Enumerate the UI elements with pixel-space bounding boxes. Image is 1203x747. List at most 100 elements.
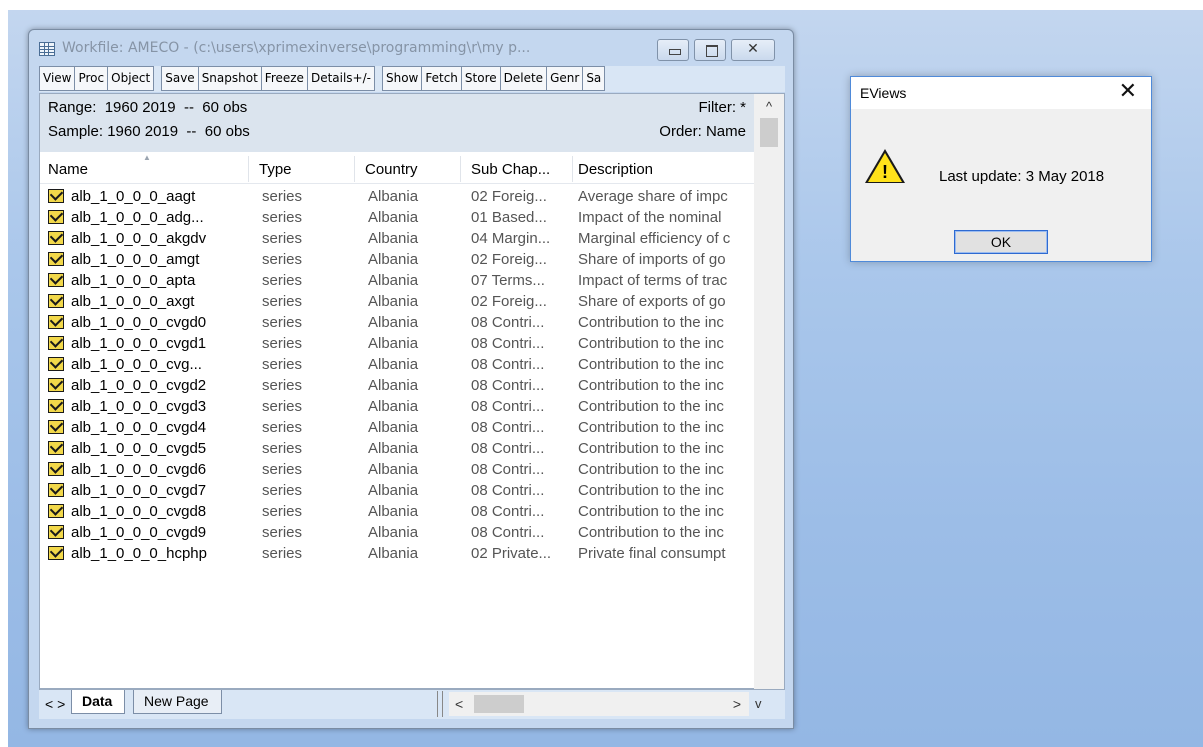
toolbar: View Proc Object Save Snapshot Freeze De… [39, 66, 785, 92]
toolbar-button-proc[interactable]: Proc [74, 66, 109, 91]
column-divider[interactable] [248, 156, 249, 182]
workfile-titlebar[interactable]: Workfile: AMECO - (c:\users\xprimexinver… [29, 30, 793, 66]
series-icon [48, 252, 64, 266]
tab-new-page[interactable]: New Page [133, 690, 222, 714]
list-item[interactable]: alb_1_0_0_0_cvgd9 series Albania 08 Contri.… [40, 522, 754, 543]
column-header-sub-chapter[interactable]: Sub Chap... [471, 161, 550, 178]
scroll-down-icon[interactable]: v [755, 696, 762, 711]
list-item[interactable]: alb_1_0_0_0_akgdv series Albania 04 Margin.… [40, 228, 754, 249]
workfile-window[interactable]: Workfile: AMECO - (c:\users\xprimexinver… [28, 29, 794, 729]
toolbar-button-snapshot[interactable]: Snapshot [197, 66, 262, 91]
toolbar-button-show[interactable]: Show [381, 66, 423, 91]
object-list: alb_1_0_0_0_aagt series Albania 02 Foreig..… [40, 186, 754, 564]
scroll-left-icon[interactable]: < [455, 696, 463, 712]
ok-button[interactable]: OK [954, 230, 1048, 254]
series-type: series [262, 398, 303, 415]
list-item[interactable]: alb_1_0_0_0_cvgd5 series Albania 08 Contri.… [40, 438, 754, 459]
range-text[interactable]: Range: 1960 2019 -- 60 obs [48, 99, 247, 116]
column-header-description[interactable]: Description [578, 161, 653, 178]
sample-text[interactable]: Sample: 1960 2019 -- 60 obs [48, 123, 250, 140]
toolbar-button-fetch[interactable]: Fetch [421, 66, 462, 91]
series-icon [48, 483, 64, 497]
series-subchapter: 02 Private... [471, 545, 552, 562]
series-icon [48, 420, 64, 434]
series-name: alb_1_0_0_0_cvgd3 [71, 398, 207, 415]
series-description: Average share of impc [578, 188, 728, 205]
series-description: Contribution to the inc [578, 440, 724, 457]
list-item[interactable]: alb_1_0_0_0_hcphp series Albania 02 Private… [40, 543, 754, 564]
list-item[interactable]: alb_1_0_0_0_cvgd1 series Albania 08 Contri.… [40, 333, 754, 354]
pane-splitter[interactable] [437, 691, 443, 717]
series-type: series [262, 293, 303, 310]
horizontal-scroll-thumb[interactable] [474, 695, 524, 713]
series-subchapter: 08 Contri... [471, 503, 545, 520]
list-item[interactable]: alb_1_0_0_0_cvgd4 series Albania 08 Contri.… [40, 417, 754, 438]
list-item[interactable]: alb_1_0_0_0_aagt series Albania 02 Foreig..… [40, 186, 754, 207]
series-icon [48, 441, 64, 455]
toolbar-button-delete[interactable]: Delete [499, 66, 548, 91]
list-item[interactable]: alb_1_0_0_0_amgt series Albania 02 Foreig..… [40, 249, 754, 270]
column-header-country[interactable]: Country [365, 161, 418, 178]
series-icon [48, 294, 64, 308]
order-text[interactable]: Order: Name [659, 123, 746, 140]
series-type: series [262, 356, 303, 373]
series-type: series [262, 503, 303, 520]
column-divider[interactable] [354, 156, 355, 182]
list-item[interactable]: alb_1_0_0_0_cvgd8 series Albania 08 Contri.… [40, 501, 754, 522]
toolbar-button-store[interactable]: Store [460, 66, 501, 91]
list-item[interactable]: alb_1_0_0_0_cvg... series Albania 08 Contri… [40, 354, 754, 375]
maximize-button[interactable] [694, 39, 726, 61]
toolbar-button-sample[interactable]: Sa [582, 66, 606, 91]
scroll-up-icon[interactable]: ^ [754, 99, 784, 114]
column-header-name[interactable]: Name [48, 161, 88, 178]
series-name: alb_1_0_0_0_cvgd8 [71, 503, 207, 520]
toolbar-button-save[interactable]: Save [161, 66, 199, 91]
series-name: alb_1_0_0_0_cvgd5 [71, 440, 207, 457]
column-divider[interactable] [460, 156, 461, 182]
toolbar-button-view[interactable]: View [39, 66, 76, 91]
toolbar-button-freeze[interactable]: Freeze [260, 66, 308, 91]
series-subchapter: 08 Contri... [471, 524, 545, 541]
series-icon [48, 546, 64, 560]
toolbar-button-genr[interactable]: Genr [546, 66, 584, 91]
list-item[interactable]: alb_1_0_0_0_axgt series Albania 02 Foreig..… [40, 291, 754, 312]
tab-nav-arrows[interactable]: < > [45, 696, 65, 712]
series-country: Albania [368, 188, 419, 205]
filter-text[interactable]: Filter: * [698, 99, 746, 116]
eviews-dialog[interactable]: EViews ✕ ! Last update: 3 May 2018 OK [850, 76, 1152, 262]
horizontal-scrollbar[interactable]: < > [449, 692, 749, 716]
series-description: Impact of the nominal [578, 209, 722, 226]
minimize-button[interactable] [657, 39, 689, 61]
toolbar-button-object[interactable]: Object [107, 66, 155, 91]
vertical-scrollbar[interactable]: ^ [754, 94, 784, 690]
series-subchapter: 08 Contri... [471, 314, 545, 331]
close-icon[interactable]: ✕ [1119, 79, 1137, 104]
workfile-icon [39, 42, 55, 56]
dialog-titlebar[interactable]: EViews ✕ [851, 77, 1151, 109]
scroll-right-icon[interactable]: > [733, 696, 741, 712]
series-description: Contribution to the inc [578, 335, 724, 352]
series-description: Contribution to the inc [578, 524, 724, 541]
list-item[interactable]: alb_1_0_0_0_cvgd0 series Albania 08 Contri.… [40, 312, 754, 333]
series-description: Contribution to the inc [578, 377, 724, 394]
tab-data[interactable]: Data [71, 690, 126, 714]
series-subchapter: 08 Contri... [471, 356, 545, 373]
list-item[interactable]: alb_1_0_0_0_adg... series Albania 01 Based.… [40, 207, 754, 228]
list-item[interactable]: alb_1_0_0_0_apta series Albania 07 Terms...… [40, 270, 754, 291]
series-country: Albania [368, 293, 419, 310]
column-header-type[interactable]: Type [259, 161, 292, 178]
sort-ascending-icon: ▲ [143, 153, 151, 162]
close-button[interactable]: ✕ [731, 39, 775, 61]
series-name: alb_1_0_0_0_hcphp [71, 545, 207, 562]
toolbar-button-details[interactable]: Details+/- [306, 66, 375, 91]
vertical-scroll-thumb[interactable] [760, 118, 778, 147]
column-divider[interactable] [572, 156, 573, 182]
series-country: Albania [368, 209, 419, 226]
series-icon [48, 462, 64, 476]
series-description: Contribution to the inc [578, 356, 724, 373]
list-item[interactable]: alb_1_0_0_0_cvgd7 series Albania 08 Contri.… [40, 480, 754, 501]
list-item[interactable]: alb_1_0_0_0_cvgd2 series Albania 08 Contri.… [40, 375, 754, 396]
series-country: Albania [368, 461, 419, 478]
list-item[interactable]: alb_1_0_0_0_cvgd6 series Albania 08 Contri.… [40, 459, 754, 480]
list-item[interactable]: alb_1_0_0_0_cvgd3 series Albania 08 Contri.… [40, 396, 754, 417]
